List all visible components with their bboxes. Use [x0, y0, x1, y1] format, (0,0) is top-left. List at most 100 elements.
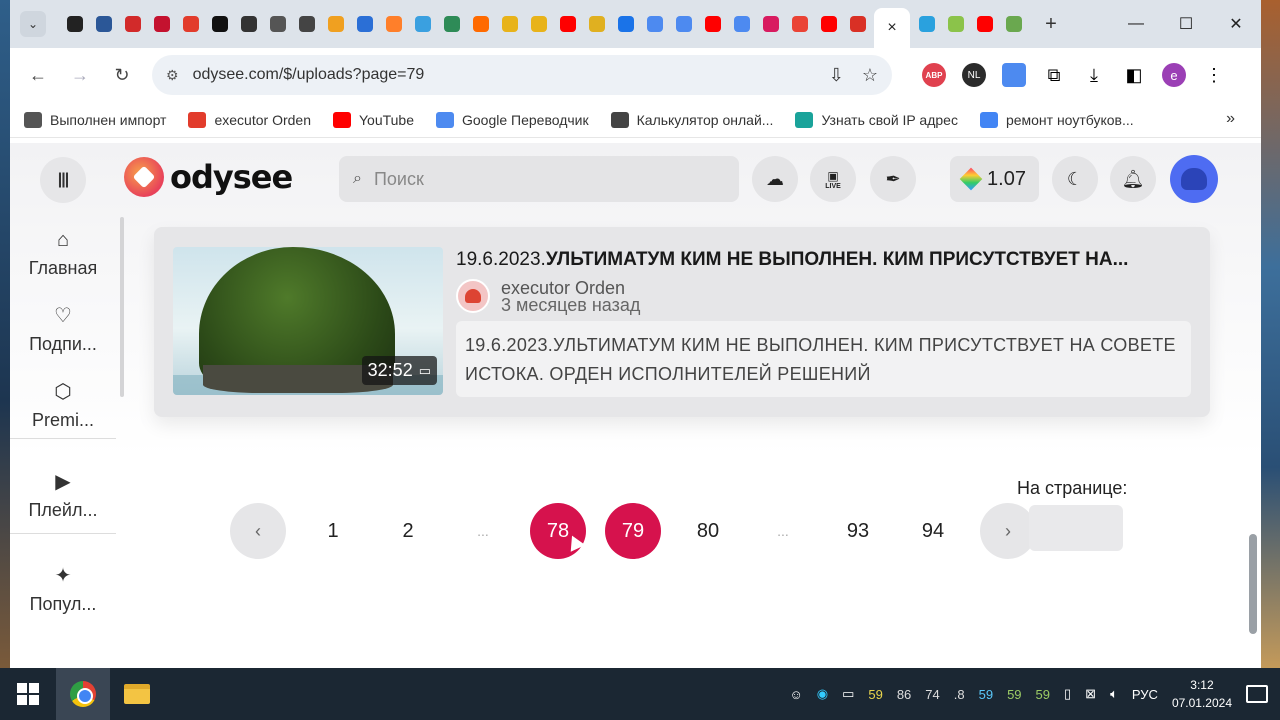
- url-text[interactable]: odysee.com/$/uploads?page=79: [193, 66, 829, 84]
- tray-app-icon[interactable]: ☺: [789, 687, 802, 702]
- sidebar-item[interactable]: ✦ Попул...: [10, 563, 116, 615]
- bookmark-item[interactable]: executor Orden: [188, 111, 311, 128]
- download-icon[interactable]: ⤓: [1082, 63, 1106, 87]
- browser-tab[interactable]: [671, 0, 696, 48]
- browser-tab[interactable]: [439, 0, 464, 48]
- taskbar-file-explorer[interactable]: [110, 668, 164, 720]
- sidebar-item[interactable]: ⬡ Premi...: [10, 379, 116, 431]
- browser-tab[interactable]: [207, 0, 232, 48]
- browser-tab[interactable]: [1001, 0, 1026, 48]
- bookmark-item[interactable]: ремонт ноутбуков...: [979, 111, 1134, 128]
- minimize-button[interactable]: —: [1111, 0, 1161, 48]
- browser-tab[interactable]: [323, 0, 348, 48]
- translate-extension-icon[interactable]: [1002, 63, 1026, 87]
- browser-tab[interactable]: [700, 0, 725, 48]
- page-button[interactable]: 78: [530, 503, 586, 559]
- page-jump-input[interactable]: [1029, 505, 1123, 551]
- browser-tab[interactable]: [294, 0, 319, 48]
- browser-tab[interactable]: [410, 0, 435, 48]
- back-button[interactable]: ←: [22, 59, 54, 91]
- clock[interactable]: 3:12 07.01.2024: [1172, 676, 1232, 712]
- browser-tab[interactable]: [584, 0, 609, 48]
- language-indicator[interactable]: РУС: [1132, 687, 1158, 702]
- browser-tab[interactable]: [236, 0, 261, 48]
- publish-post-button[interactable]: ✒: [870, 156, 916, 202]
- browser-tab[interactable]: [972, 0, 997, 48]
- page-button[interactable]: 93: [830, 503, 886, 559]
- browser-tab[interactable]: [642, 0, 667, 48]
- user-avatar[interactable]: [1170, 155, 1218, 203]
- tab-search-button[interactable]: ⌄: [20, 11, 46, 37]
- page-scrollbar-thumb[interactable]: [1249, 534, 1257, 634]
- notifications-button[interactable]: 🔔︎: [1110, 156, 1156, 202]
- browser-tab[interactable]: [497, 0, 522, 48]
- upload-button[interactable]: ☁: [752, 156, 798, 202]
- tray-network-monitor-icon[interactable]: ◉: [817, 686, 828, 702]
- channel-avatar[interactable]: [456, 279, 490, 313]
- browser-tab[interactable]: [613, 0, 638, 48]
- browser-tab[interactable]: [468, 0, 493, 48]
- network-icon[interactable]: ⊠: [1085, 686, 1096, 702]
- forward-button[interactable]: →: [64, 59, 96, 91]
- bookmarks-overflow-icon[interactable]: »: [1226, 110, 1235, 128]
- install-app-icon[interactable]: ⇩: [829, 65, 844, 86]
- page-button[interactable]: 1: [305, 503, 361, 559]
- start-button[interactable]: [0, 668, 56, 720]
- browser-tab[interactable]: [758, 0, 783, 48]
- vpn-nl-icon[interactable]: NL: [962, 63, 986, 87]
- go-live-button[interactable]: ▣ LIVE: [810, 156, 856, 202]
- next-page-button[interactable]: ›: [980, 503, 1036, 559]
- browser-tab[interactable]: [178, 0, 203, 48]
- browser-tab[interactable]: [787, 0, 812, 48]
- browser-tab[interactable]: [816, 0, 841, 48]
- current-page[interactable]: 79: [605, 503, 661, 559]
- browser-tab[interactable]: [62, 0, 87, 48]
- browser-tab[interactable]: [845, 0, 870, 48]
- bookmark-item[interactable]: Узнать свой IP адрес: [795, 111, 958, 128]
- site-info-icon[interactable]: ⚙: [166, 67, 179, 84]
- theme-toggle-button[interactable]: ☾: [1052, 156, 1098, 202]
- page-button[interactable]: 94: [905, 503, 961, 559]
- new-tab-button[interactable]: +: [1036, 9, 1066, 39]
- browser-tab[interactable]: [352, 0, 377, 48]
- bookmark-item[interactable]: Калькулятор онлай...: [610, 111, 773, 128]
- page-button[interactable]: 2: [380, 503, 436, 559]
- page-scrollbar[interactable]: [1249, 146, 1259, 668]
- sidebar-menu-button[interactable]: |||: [40, 157, 86, 203]
- reload-button[interactable]: ↻: [106, 59, 138, 91]
- bookmark-item[interactable]: YouTube: [332, 111, 414, 128]
- browser-menu-icon[interactable]: ⋮: [1202, 63, 1226, 87]
- video-thumbnail[interactable]: 32:52 ▭: [173, 247, 443, 395]
- adblock-plus-icon[interactable]: ABP: [922, 63, 946, 87]
- volume-icon[interactable]: 🔈︎: [1110, 686, 1118, 702]
- search-input[interactable]: [373, 168, 714, 190]
- battery-icon[interactable]: ▯: [1064, 686, 1071, 702]
- sidebar-item[interactable]: ⌂ Главная: [10, 229, 116, 279]
- taskbar-chrome[interactable]: [56, 668, 110, 720]
- profile-avatar[interactable]: e: [1162, 63, 1186, 87]
- video-card[interactable]: 32:52 ▭ 19.6.2023.УЛЬТИМАТУМ КИМ НЕ ВЫПО…: [154, 227, 1210, 417]
- browser-tab[interactable]: [526, 0, 551, 48]
- wallet-balance-button[interactable]: 1.07: [950, 156, 1039, 202]
- browser-tab[interactable]: [729, 0, 754, 48]
- browser-tab[interactable]: [265, 0, 290, 48]
- sidebar-item[interactable]: ♡ Подпи...: [10, 303, 116, 355]
- side-panel-icon[interactable]: ◧: [1122, 63, 1146, 87]
- previous-page-button[interactable]: ‹: [230, 503, 286, 559]
- browser-tab[interactable]: [381, 0, 406, 48]
- address-bar[interactable]: ⚙ odysee.com/$/uploads?page=79 ⇩ ☆: [152, 55, 892, 95]
- browser-tab[interactable]: [149, 0, 174, 48]
- page-button[interactable]: 80: [680, 503, 736, 559]
- active-tab-close-button[interactable]: ×: [874, 8, 910, 48]
- search-box[interactable]: ⌕: [339, 156, 739, 202]
- extensions-puzzle-icon[interactable]: ⧉: [1042, 63, 1066, 87]
- bookmark-item[interactable]: Выполнен импорт: [24, 111, 166, 128]
- browser-tab[interactable]: [555, 0, 580, 48]
- close-window-button[interactable]: ✕: [1211, 0, 1261, 48]
- tray-display-icon[interactable]: ▭: [842, 686, 854, 702]
- browser-tab[interactable]: [943, 0, 968, 48]
- bookmark-item[interactable]: Google Переводчик: [436, 111, 589, 128]
- notification-center-icon[interactable]: [1246, 685, 1268, 703]
- bookmark-star-icon[interactable]: ☆: [862, 65, 878, 86]
- browser-tab[interactable]: [120, 0, 145, 48]
